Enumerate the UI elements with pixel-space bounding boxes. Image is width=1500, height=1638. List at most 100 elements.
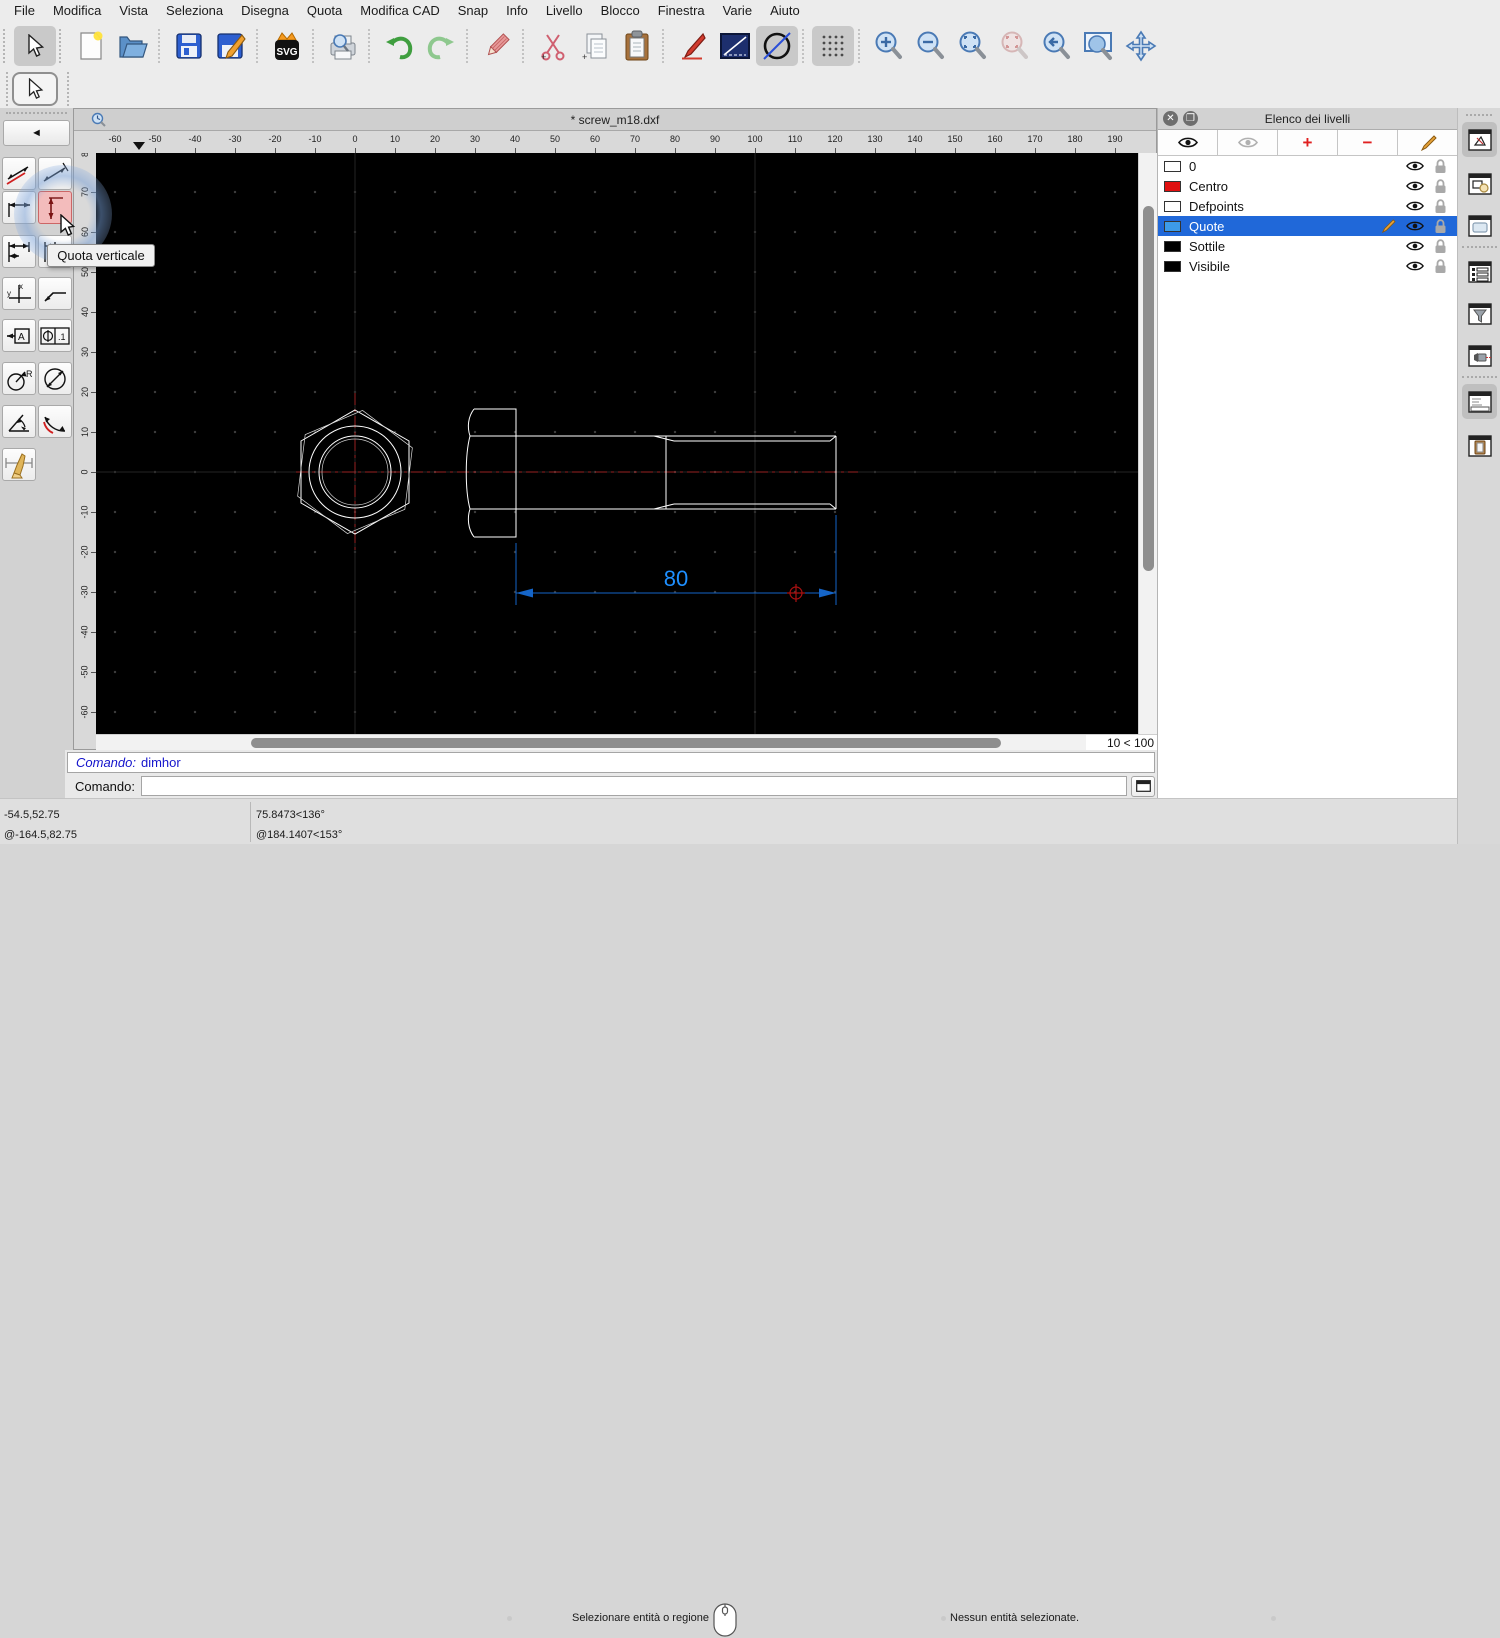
layer-visibility-icon[interactable] xyxy=(1406,180,1424,192)
keyboard-toggle-button[interactable] xyxy=(1131,776,1155,797)
dim-arc-button[interactable] xyxy=(38,405,72,438)
layer-row[interactable]: Centro xyxy=(1158,176,1457,196)
delete-eraser-button[interactable] xyxy=(476,26,518,66)
layer-lock-icon[interactable] xyxy=(1434,239,1447,254)
dim-aligned-button[interactable] xyxy=(2,157,36,190)
layer-row[interactable]: 0 xyxy=(1158,156,1457,176)
zoom-auto-button[interactable] xyxy=(952,26,994,66)
undock-icon[interactable]: ❐ xyxy=(1183,111,1198,126)
zoom-selection-button[interactable] xyxy=(994,26,1036,66)
menu-item[interactable]: Seleziona xyxy=(157,0,232,22)
toggle-command-dock-button[interactable] xyxy=(1462,384,1497,419)
toggle-view-dock-button[interactable] xyxy=(1462,338,1497,373)
layer-visibility-icon[interactable] xyxy=(1406,220,1424,232)
open-file-button[interactable] xyxy=(112,26,154,66)
layer-lock-icon[interactable] xyxy=(1434,179,1447,194)
layer-visibility-icon[interactable] xyxy=(1406,260,1424,272)
layer-visibility-icon[interactable] xyxy=(1406,200,1424,212)
dim-baseline-button[interactable] xyxy=(2,235,36,268)
menu-item[interactable]: Livello xyxy=(537,0,592,22)
select-tool-button[interactable] xyxy=(12,72,58,106)
undo-button[interactable] xyxy=(378,26,420,66)
save-as-button[interactable] xyxy=(210,26,252,66)
dock-drag-handle[interactable] xyxy=(6,112,67,120)
menu-item[interactable]: Blocco xyxy=(592,0,649,22)
layer-color-swatch[interactable] xyxy=(1164,241,1181,252)
dim-leader-button[interactable] xyxy=(38,277,72,310)
layer-lock-icon[interactable] xyxy=(1434,159,1447,174)
toggle-clipboard-dock-button[interactable] xyxy=(1462,428,1497,463)
layer-visibility-icon[interactable] xyxy=(1406,240,1424,252)
pencil-icon[interactable] xyxy=(1380,219,1396,233)
toggle-block-dock-button[interactable] xyxy=(1462,166,1497,201)
grid-toggle-button[interactable] xyxy=(812,26,854,66)
menu-item[interactable]: Quota xyxy=(298,0,351,22)
menu-item[interactable]: Disegna xyxy=(232,0,298,22)
vertical-scrollbar[interactable] xyxy=(1138,153,1157,734)
layer-row[interactable]: Defpoints xyxy=(1158,196,1457,216)
new-file-button[interactable] xyxy=(70,26,112,66)
menu-item[interactable]: Aiuto xyxy=(761,0,809,22)
layer-panel-titlebar[interactable]: ✕ ❐ Elenco dei livelli xyxy=(1158,108,1457,130)
layer-row[interactable]: Visibile xyxy=(1158,256,1457,276)
menu-item[interactable]: Finestra xyxy=(649,0,714,22)
menu-item[interactable]: Snap xyxy=(449,0,497,22)
horizontal-scrollbar[interactable]: 10 < 100 xyxy=(96,734,1158,750)
dim-tolerance-button[interactable]: .1 xyxy=(38,319,72,352)
dim-angular-button[interactable] xyxy=(2,405,36,438)
layer-row[interactable]: Sottile xyxy=(1158,236,1457,256)
toggle-filter-dock-button[interactable] xyxy=(1462,296,1497,331)
add-layer-button[interactable]: + xyxy=(1278,130,1338,155)
redo-button[interactable] xyxy=(420,26,462,66)
hide-all-layers-button[interactable] xyxy=(1218,130,1278,155)
menu-item[interactable]: File xyxy=(0,0,44,22)
command-input[interactable] xyxy=(141,776,1127,796)
zoom-out-button[interactable] xyxy=(910,26,952,66)
drawing-window-titlebar[interactable]: * screw_m18.dxf xyxy=(74,109,1156,131)
circle-tool-button[interactable] xyxy=(756,26,798,66)
bolt-side-view[interactable] xyxy=(466,409,836,537)
drawing-canvas[interactable]: 80 xyxy=(96,153,1138,734)
menu-item[interactable]: Modifica CAD xyxy=(351,0,448,22)
zoom-previous-button[interactable] xyxy=(1036,26,1078,66)
dim-remove-button[interactable] xyxy=(2,448,36,481)
line-tool-button[interactable] xyxy=(714,26,756,66)
close-icon[interactable]: ✕ xyxy=(1163,111,1178,126)
layer-color-swatch[interactable] xyxy=(1164,161,1181,172)
menu-item[interactable]: Info xyxy=(497,0,537,22)
layer-visibility-icon[interactable] xyxy=(1406,160,1424,172)
toolbar-drag-handle[interactable] xyxy=(59,29,67,63)
dock-drag-handle[interactable] xyxy=(1466,114,1492,120)
dim-radial-button[interactable]: R xyxy=(2,362,36,395)
toolbar-back-button[interactable]: ◄ xyxy=(3,120,70,146)
toggle-library-dock-button[interactable] xyxy=(1462,208,1497,243)
select-pointer-button[interactable] xyxy=(14,26,56,66)
horizontal-scrollbar-thumb[interactable] xyxy=(251,738,1001,748)
zoom-in-button[interactable] xyxy=(868,26,910,66)
pan-button[interactable] xyxy=(1120,26,1162,66)
layer-lock-icon[interactable] xyxy=(1434,259,1447,274)
dim-ordinate-button[interactable]: x y xyxy=(2,277,36,310)
layer-lock-icon[interactable] xyxy=(1434,219,1447,234)
layer-row[interactable]: Quote xyxy=(1158,216,1457,236)
layer-color-swatch[interactable] xyxy=(1164,261,1181,272)
menu-item[interactable]: Vista xyxy=(110,0,157,22)
layer-lock-icon[interactable] xyxy=(1434,199,1447,214)
dim-text-button[interactable]: A xyxy=(2,319,36,352)
toolbar-drag-handle[interactable] xyxy=(3,29,11,63)
dim-linear-button[interactable] xyxy=(38,157,72,190)
save-button[interactable] xyxy=(168,26,210,66)
dim-horizontal-button[interactable] xyxy=(2,191,36,224)
edit-layer-button[interactable] xyxy=(1398,130,1457,155)
layer-color-swatch[interactable] xyxy=(1164,181,1181,192)
show-all-layers-button[interactable] xyxy=(1158,130,1218,155)
toggle-entity-list-dock-button[interactable] xyxy=(1462,254,1497,289)
toggle-layer-dock-button[interactable] xyxy=(1462,122,1497,157)
dimension-80[interactable]: 80 xyxy=(516,515,836,605)
copy-button[interactable]: + xyxy=(574,26,616,66)
dim-vertical-button[interactable] xyxy=(38,191,72,224)
layer-color-swatch[interactable] xyxy=(1164,201,1181,212)
dim-diametric-button[interactable] xyxy=(38,362,72,395)
layer-color-swatch[interactable] xyxy=(1164,221,1181,232)
remove-layer-button[interactable]: − xyxy=(1338,130,1398,155)
